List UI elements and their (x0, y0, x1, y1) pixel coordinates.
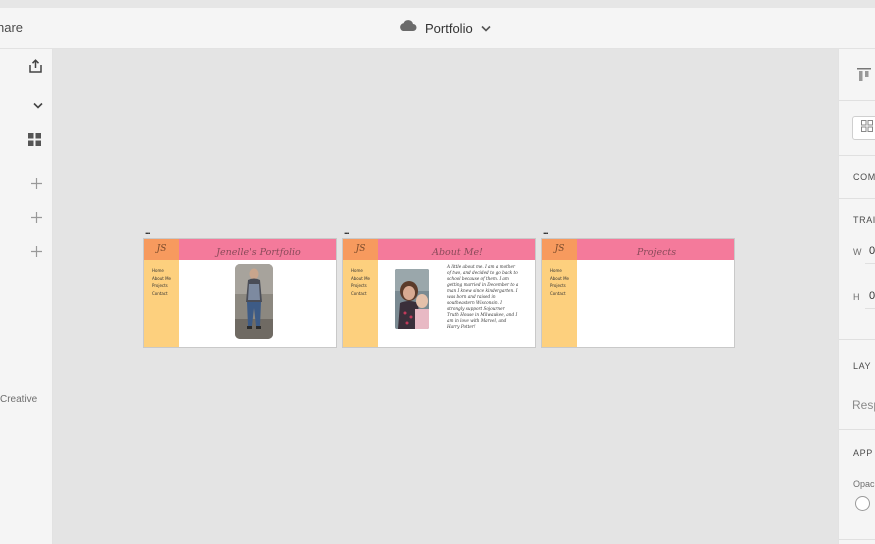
artboard-3-more-button[interactable]: ... (543, 226, 548, 236)
chevron-down-icon (33, 96, 43, 114)
artboard-logo: JS (343, 239, 378, 260)
artboard-projects[interactable]: JS Projects Home About Me Projects Conta… (541, 238, 735, 348)
export-icon (28, 59, 43, 79)
grid-icon (861, 119, 873, 137)
field-underline (865, 308, 875, 309)
cloud-icon (398, 19, 417, 37)
nav-projects: Projects (351, 283, 367, 288)
artboard-title: Jenelle's Portfolio (216, 247, 301, 258)
transform-section-label: TRAI (853, 215, 875, 225)
property-inspector: COM TRAI W 0 H 0 LAY Resp APP Opac (838, 49, 875, 544)
nav-home: Home (351, 268, 363, 273)
nav-about: About Me (550, 275, 570, 281)
export-button[interactable] (26, 59, 44, 79)
appearance-section-label: APP (853, 448, 873, 458)
divider (839, 539, 875, 540)
nav-about: About Me (152, 275, 172, 281)
nav-home: Home (550, 268, 562, 273)
artboard-about[interactable]: JS About Me! Home About Me Projects Cont… (342, 238, 536, 348)
nav-contact: Contact (550, 290, 566, 296)
divider (839, 339, 875, 340)
divider (839, 155, 875, 156)
nav-about: About Me (351, 275, 371, 281)
grid-view-button[interactable] (25, 133, 43, 151)
artboard-sidebar: Home About Me Projects Contact (144, 260, 179, 347)
artboard-logo: JS (144, 239, 179, 260)
artboard-title: Projects (636, 247, 677, 258)
document-title: Portfolio (425, 20, 473, 36)
artboard-2-more-button[interactable]: ... (344, 226, 349, 236)
width-label: W (853, 247, 862, 257)
layout-grid-button[interactable] (852, 116, 875, 140)
divider (839, 100, 875, 101)
family-photo (395, 269, 429, 329)
responsive-resize-toggle[interactable]: Resp (852, 398, 875, 412)
bio-text: A little about me. I am a mother of two,… (447, 264, 523, 331)
left-toolbar: Creative (0, 49, 53, 544)
grid-icon (27, 133, 41, 151)
top-toolbar: hare Portfolio (0, 8, 875, 49)
height-label: H (853, 292, 860, 302)
add-button-2[interactable] (27, 210, 45, 228)
opacity-label: Opac (853, 479, 875, 489)
window-top-strip (0, 0, 875, 8)
opacity-radio[interactable] (855, 496, 870, 511)
portrait-photo (235, 264, 273, 339)
artboard-title: About Me! (432, 247, 483, 258)
align-top-icon[interactable] (857, 68, 871, 87)
share-button[interactable]: hare (0, 20, 23, 35)
add-button-3[interactable] (27, 244, 45, 262)
artboard-1-more-button[interactable]: ... (145, 226, 150, 236)
field-underline (865, 263, 875, 264)
artboard-home[interactable]: JS Jenelle's Portfolio Home About Me Pro… (143, 238, 337, 348)
nav-projects: Projects (550, 283, 566, 288)
width-field[interactable]: 0 (869, 245, 875, 257)
nav-contact: Contact (152, 290, 168, 296)
plus-icon (30, 244, 42, 262)
artboard-logo: JS (542, 239, 577, 260)
collapse-button[interactable] (29, 96, 47, 114)
plus-icon (30, 176, 42, 194)
component-section-label: COM (853, 172, 875, 182)
height-field[interactable]: 0 (869, 290, 875, 302)
add-button-1[interactable] (27, 176, 45, 194)
divider (839, 429, 875, 430)
artboard-sidebar: Home About Me Projects Contact (343, 260, 378, 347)
artboard-sidebar: Home About Me Projects Contact (542, 260, 577, 347)
nav-projects: Projects (152, 283, 168, 288)
bio-line: Harry Potter! (447, 324, 476, 330)
document-title-dropdown[interactable]: Portfolio (398, 19, 491, 37)
divider (839, 198, 875, 199)
nav-contact: Contact (351, 290, 367, 296)
nav-home: Home (152, 268, 164, 273)
layout-section-label: LAY (853, 361, 872, 371)
plus-icon (30, 210, 42, 228)
chevron-down-icon (481, 19, 491, 37)
creative-label: Creative (0, 394, 38, 405)
